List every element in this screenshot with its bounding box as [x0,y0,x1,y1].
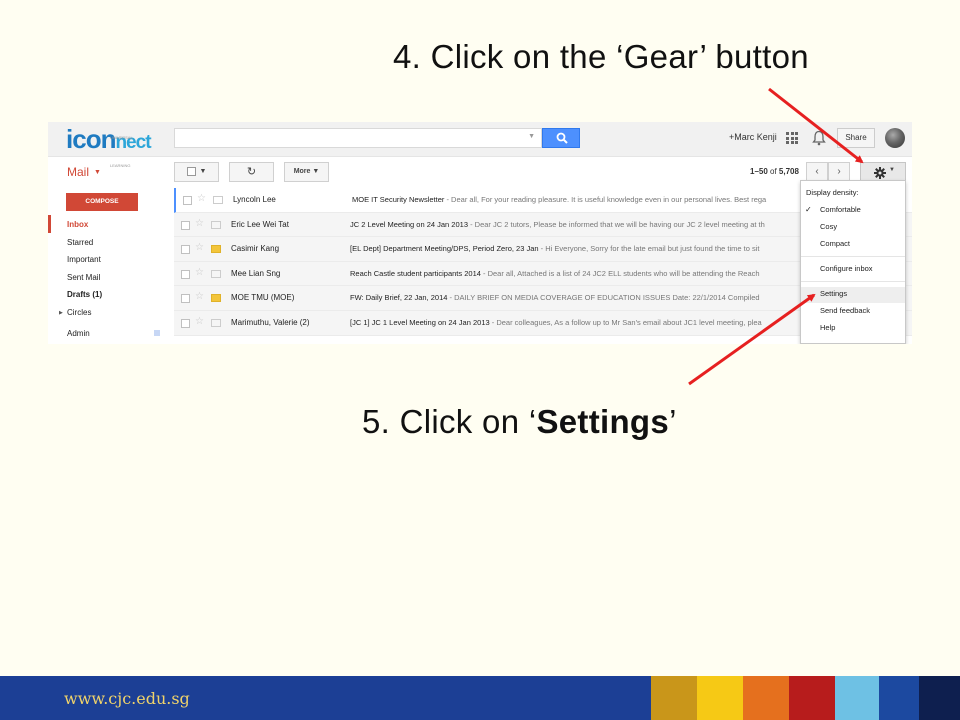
star-icon[interactable]: ☆ [195,267,204,278]
row-sender: Casimir Kang [231,244,280,254]
row-checkbox[interactable] [183,196,192,205]
star-icon[interactable]: ☆ [197,193,206,204]
footer-color-block [879,676,919,720]
older-page-button[interactable]: ‹ [806,162,828,182]
search-input[interactable]: ▼ [174,128,542,148]
row-checkbox[interactable] [181,269,190,279]
gear-settings-button[interactable]: ▼ [860,162,906,182]
row-sender: Mee Lian Sng [231,268,281,278]
importance-marker-icon[interactable] [213,196,223,204]
menu-item-comfortable[interactable]: ✓ Comfortable [805,205,861,214]
row-sender: MOE TMU (MOE) [231,293,295,303]
menu-item-cosy[interactable]: Cosy [820,222,837,231]
chevron-down-icon: ▼ [94,169,101,177]
apps-grid-icon[interactable] [786,132,798,144]
star-icon[interactable]: ☆ [195,242,204,253]
row-sender: Lyncoln Lee [233,195,276,204]
menu-density-heading: Display density: [806,188,859,197]
star-icon[interactable]: ☆ [195,316,204,327]
menu-divider [801,256,905,257]
sidebar-item-inbox[interactable]: Inbox [67,220,88,229]
compose-button[interactable]: COMPOSE [66,193,138,211]
footer-color-block [919,676,960,720]
row-checkbox[interactable] [181,245,190,255]
iconnect-logo: iconnect UNIVERSAL LEARNING [66,124,152,168]
user-name-link[interactable]: +Marc Kenji [729,132,777,142]
active-nav-indicator [48,215,51,233]
menu-item-send-feedback[interactable]: Send feedback [820,306,870,315]
footer-color-block [697,676,743,720]
newer-page-button[interactable]: › [828,162,850,182]
footer-color-block [651,676,697,720]
footer-color-block [789,676,835,720]
label-color-icon [154,330,160,336]
search-button[interactable] [542,128,580,148]
share-button[interactable]: Share [837,128,875,148]
message-count: 1–50 of 5,708 [750,167,799,176]
importance-marker-icon[interactable] [211,220,221,229]
importance-marker-icon[interactable] [211,294,221,303]
footer-color-block [835,676,879,720]
row-checkbox[interactable] [181,318,190,328]
top-bar: iconnect UNIVERSAL LEARNING ▼ +Marc Kenj… [48,122,912,168]
sidebar-item-admin[interactable]: Admin [67,329,90,338]
mail-dropdown[interactable]: Mail ▼ [67,165,101,179]
menu-item-settings[interactable]: Settings [820,289,847,298]
row-sender: Eric Lee Wei Tat [231,219,289,229]
step4-instruction: 4. Click on the ‘Gear’ button [393,38,809,75]
sidebar-item-starred[interactable]: Starred [67,238,93,247]
gear-icon [874,167,886,179]
sidebar-item-sent-mail[interactable]: Sent Mail [67,273,100,282]
row-checkbox[interactable] [181,220,190,230]
sidebar-item-circles[interactable]: Circles [67,308,91,317]
checkbox-icon [186,166,196,176]
settings-dropdown-menu: Display density: ✓ Comfortable Cosy Compa… [800,180,906,344]
chevron-down-icon: ▼ [889,167,895,173]
menu-item-help[interactable]: Help [820,323,835,332]
select-dropdown-button[interactable]: ▼ [174,162,219,182]
row-checkbox[interactable] [181,294,190,304]
importance-marker-icon[interactable] [211,269,221,278]
more-button[interactable]: More ▼ [284,162,329,182]
check-icon: ✓ [805,205,812,214]
star-icon[interactable]: ☆ [195,218,204,229]
step5-instruction: 5. Click on ‘Settings’ [362,403,677,440]
expand-triangle-icon[interactable]: ▶ [59,310,63,316]
sidebar-item-drafts[interactable]: Drafts (1) [67,290,102,299]
row-sender: Marimuthu, Valerie (2) [231,317,310,327]
refresh-button[interactable]: ↻ [229,162,274,182]
menu-item-configure-inbox[interactable]: Configure inbox [820,264,873,273]
settings-emphasis: Settings [536,403,670,440]
gmail-screenshot: iconnect UNIVERSAL LEARNING ▼ +Marc Kenj… [48,122,912,344]
menu-divider [801,281,905,282]
star-icon[interactable]: ☆ [195,291,204,302]
search-options-caret-icon[interactable]: ▼ [528,133,535,140]
footer-color-block [743,676,789,720]
notification-bell-icon[interactable] [812,130,826,146]
footer-url: www.cjc.edu.sg [64,689,190,708]
importance-marker-icon[interactable] [211,318,221,327]
annotation-arrows [688,87,864,386]
menu-hover-highlight [801,287,905,303]
search-icon [556,132,568,144]
menu-item-compact[interactable]: Compact [820,239,850,248]
avatar[interactable] [885,128,905,148]
sidebar-item-important[interactable]: Important [67,255,101,264]
importance-marker-icon[interactable] [211,245,221,254]
